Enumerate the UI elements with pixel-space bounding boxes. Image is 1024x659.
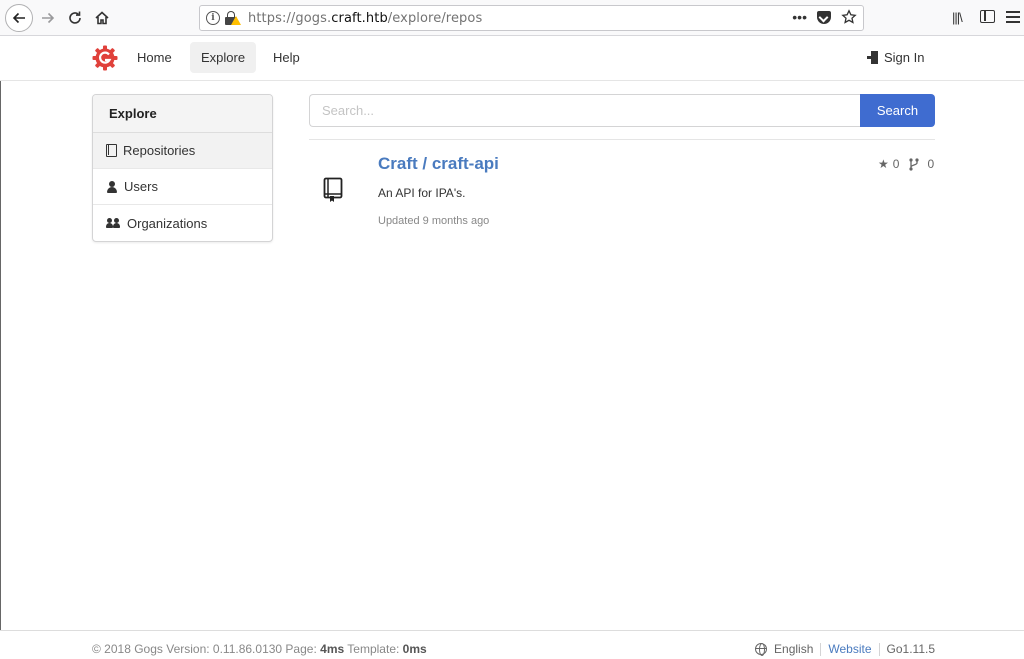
repo-title-link[interactable]: Craft / craft-api xyxy=(378,154,499,174)
reload-button[interactable] xyxy=(62,5,88,31)
browser-toolbar: i https://gogs.craft.htb/explore/repos •… xyxy=(0,0,1024,36)
sidebar-title: Explore xyxy=(93,95,272,133)
url-bar[interactable]: i https://gogs.craft.htb/explore/repos •… xyxy=(199,5,864,31)
forward-button[interactable] xyxy=(35,5,61,31)
divider xyxy=(309,139,935,140)
sign-in-link[interactable]: Sign In xyxy=(867,50,924,65)
home-icon xyxy=(95,11,109,25)
back-button[interactable] xyxy=(5,4,33,32)
bookmark-star-icon[interactable] xyxy=(841,9,857,25)
globe-icon xyxy=(755,643,768,656)
home-button[interactable] xyxy=(89,5,115,31)
more-actions-icon[interactable]: ••• xyxy=(792,9,807,25)
gogs-logo-icon[interactable] xyxy=(92,45,118,71)
fork-icon xyxy=(909,157,920,171)
explore-sidebar: Explore Repositories Users Organizations xyxy=(92,94,273,242)
search-button[interactable]: Search xyxy=(860,94,935,127)
sidebar-item-users[interactable]: Users xyxy=(93,169,272,205)
library-icon[interactable]: |||\ xyxy=(952,10,963,25)
sidebar-toggle-icon[interactable] xyxy=(980,10,995,23)
sidebar-item-organizations[interactable]: Organizations xyxy=(93,205,272,241)
sign-in-label: Sign In xyxy=(884,50,925,65)
url-text[interactable]: https://gogs.craft.htb/explore/repos xyxy=(248,11,482,26)
reload-icon xyxy=(69,11,81,24)
sign-in-icon xyxy=(867,51,879,64)
arrow-right-icon xyxy=(42,12,55,24)
site-header: Home Explore Help Sign In xyxy=(0,36,1024,81)
go-version: Go1.11.5 xyxy=(886,642,935,656)
nav-help[interactable]: Help xyxy=(262,42,311,73)
star-icon: ★ xyxy=(878,157,889,171)
repo-updated-time: Updated 9 months ago xyxy=(378,215,490,227)
insecure-lock-icon[interactable] xyxy=(224,10,241,26)
window-edge xyxy=(0,36,1,659)
star-count: 0 xyxy=(892,157,900,171)
hamburger-menu-icon[interactable] xyxy=(1006,11,1020,26)
repo-description: An API for IPA's. xyxy=(378,186,466,200)
language-selector[interactable]: English xyxy=(774,642,813,656)
repo-stats: ★ 0 0 xyxy=(878,157,934,171)
nav-home[interactable]: Home xyxy=(126,42,183,73)
footer-separator xyxy=(820,642,822,656)
footer-separator xyxy=(878,642,880,656)
repo-book-icon xyxy=(323,177,343,202)
pocket-icon[interactable] xyxy=(817,10,831,24)
user-icon xyxy=(106,180,118,193)
footer-version-info: © 2018 Gogs Version: 0.11.86.0130 Page: … xyxy=(92,642,427,656)
repo-book-icon xyxy=(106,144,117,157)
fork-count: 0 xyxy=(927,157,935,171)
sidebar-item-label: Users xyxy=(124,179,158,194)
sidebar-item-label: Organizations xyxy=(127,215,208,231)
info-icon[interactable]: i xyxy=(206,11,220,25)
organization-icon xyxy=(106,217,121,229)
nav-explore[interactable]: Explore xyxy=(190,42,257,73)
page-footer: © 2018 Gogs Version: 0.11.86.0130 Page: … xyxy=(0,630,1024,659)
arrow-left-icon xyxy=(12,12,25,24)
website-link[interactable]: Website xyxy=(828,642,871,656)
search-input[interactable] xyxy=(309,94,861,127)
sidebar-item-repositories[interactable]: Repositories xyxy=(93,133,272,169)
sidebar-item-label: Repositories xyxy=(123,143,196,158)
